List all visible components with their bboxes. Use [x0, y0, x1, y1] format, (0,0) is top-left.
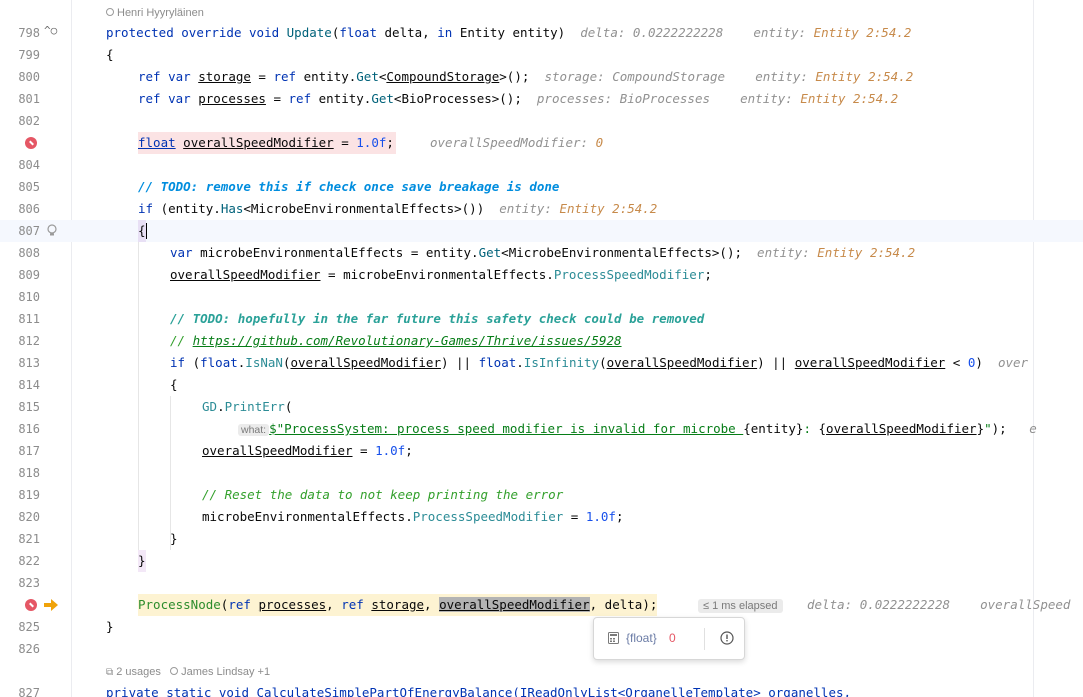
user-icon [106, 8, 114, 16]
value-type: {float} [626, 631, 657, 645]
code-line[interactable]: 802 [0, 110, 1083, 132]
selected-variable[interactable]: overallSpeedModifier [439, 597, 590, 612]
user-icon [170, 667, 179, 675]
breakpoint-icon[interactable] [25, 137, 37, 149]
code-line[interactable]: 815 GD.PrintErr( [0, 396, 1083, 418]
code-line-breakpoint[interactable]: float overallSpeedModifier = 1.0f; overa… [0, 132, 1083, 154]
code-line[interactable]: 808 var microbeEnvironmentalEffects = en… [0, 242, 1083, 264]
code-line[interactable]: 812 // https://github.com/Revolutionary-… [0, 330, 1083, 352]
code-line[interactable]: 816 what: $"ProcessSystem: process speed … [0, 418, 1083, 440]
breakpoint-icon[interactable] [25, 599, 37, 611]
code-line[interactable]: 806 if (entity.Has<MicrobeEnvironmentalE… [0, 198, 1083, 220]
code-line[interactable]: 825 } [0, 616, 1083, 638]
debug-value-popup[interactable]: {float} 0 [593, 617, 745, 660]
value-text: 0 [669, 631, 676, 645]
code-line[interactable]: 814 { [0, 374, 1083, 396]
code-line[interactable]: 799 { [0, 44, 1083, 66]
code-line[interactable]: 804 [0, 154, 1083, 176]
popup-divider [704, 628, 705, 650]
code-line[interactable]: 813 if (float.IsNaN(overallSpeedModifier… [0, 352, 1083, 374]
elapsed-time-badge: ≤ 1 ms elapsed [698, 599, 783, 613]
code-line[interactable]: 820 microbeEnvironmentalEffects.ProcessS… [0, 506, 1083, 528]
code-vision-author[interactable]: Henri Hyyryläinen [106, 4, 204, 22]
override-icon[interactable]: ^○ [44, 24, 57, 37]
code-line[interactable]: 819 // Reset the data to not keep printi… [0, 484, 1083, 506]
code-vision-usages[interactable]: ⧉ 2 usages James Lindsay +1 [106, 663, 270, 681]
lightbulb-icon[interactable] [46, 224, 58, 241]
info-icon[interactable] [720, 631, 734, 648]
calculator-icon [608, 632, 619, 647]
code-line[interactable]: 811 // TODO: hopefully in the far future… [0, 308, 1083, 330]
code-line[interactable]: 826 [0, 638, 1083, 660]
code-line[interactable]: 827 private static void CalculateSimpleP… [0, 682, 1083, 697]
code-line[interactable]: 798 ^○ protected override void Update(fl… [0, 22, 1083, 44]
code-line[interactable]: 822 } [0, 550, 1083, 572]
code-line[interactable]: 800 ref var storage = ref entity.Get<Com… [0, 66, 1083, 88]
code-line[interactable]: 809 overallSpeedModifier = microbeEnviro… [0, 264, 1083, 286]
parameter-hint: what: [238, 424, 270, 436]
usages-icon: ⧉ [106, 667, 114, 678]
code-line-execution-point[interactable]: ProcessNode(ref processes, ref storage, … [0, 594, 1083, 616]
code-line[interactable]: 810 [0, 286, 1083, 308]
code-line[interactable]: 821 } [0, 528, 1083, 550]
code-line[interactable]: 818 [0, 462, 1083, 484]
code-line[interactable]: 823 [0, 572, 1083, 594]
code-line[interactable]: 801 ref var processes = ref entity.Get<B… [0, 88, 1083, 110]
text-caret [146, 223, 147, 239]
code-line-current[interactable]: 807 { [0, 220, 1083, 242]
code-line[interactable]: 805 // TODO: remove this if check once s… [0, 176, 1083, 198]
execution-arrow-icon [44, 599, 58, 614]
issue-link[interactable]: https://github.com/Revolutionary-Games/T… [193, 333, 622, 348]
code-line[interactable]: 817 overallSpeedModifier = 1.0f; [0, 440, 1083, 462]
